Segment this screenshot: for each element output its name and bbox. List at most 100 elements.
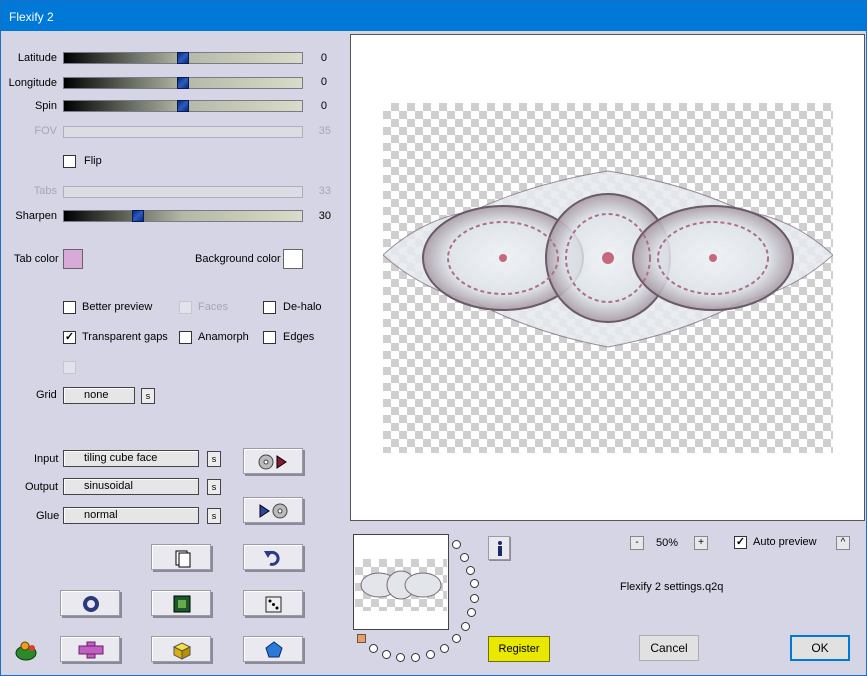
zoom-out-button[interactable]: - bbox=[630, 536, 644, 550]
dialog-client: Latitude 0 Longitude 0 Spin 0 FOV 35 Fli… bbox=[1, 31, 866, 675]
grid-select[interactable]: none bbox=[63, 387, 135, 404]
flexify-dialog: Flexify 2 Latitude 0 Longitude 0 Spin 0 … bbox=[0, 0, 867, 676]
sharpen-slider[interactable] bbox=[63, 210, 303, 222]
navigator-dot[interactable] bbox=[460, 553, 469, 562]
copy-button[interactable] bbox=[151, 544, 211, 570]
auto-preview-checkbox[interactable]: ✓ bbox=[734, 536, 747, 549]
load-settings-button[interactable] bbox=[243, 448, 303, 474]
navigator-dot[interactable] bbox=[452, 540, 461, 549]
navigator-thumbnail[interactable] bbox=[353, 534, 449, 630]
window-title: Flexify 2 bbox=[9, 10, 54, 24]
info-button[interactable] bbox=[488, 536, 510, 560]
navigator-dot[interactable] bbox=[467, 608, 476, 617]
better-preview-checkbox[interactable] bbox=[63, 301, 76, 314]
ring-icon bbox=[83, 596, 99, 612]
fov-label: FOV bbox=[34, 125, 57, 137]
sharpen-value: 30 bbox=[318, 210, 331, 222]
faces-label: Faces bbox=[198, 301, 228, 313]
square-frame-button[interactable] bbox=[151, 590, 211, 616]
navigator-dot[interactable] bbox=[369, 644, 378, 653]
latitude-slider-thumb[interactable] bbox=[177, 52, 189, 64]
edges-label: Edges bbox=[283, 331, 315, 343]
grid-s-button[interactable]: s bbox=[141, 388, 155, 404]
transparent-gaps-checkbox[interactable]: ✓ bbox=[63, 331, 76, 344]
preview-pane[interactable] bbox=[350, 34, 865, 521]
spin-slider[interactable] bbox=[63, 100, 303, 112]
spin-value: 0 bbox=[320, 100, 327, 112]
register-button[interactable]: Register bbox=[488, 636, 550, 662]
blue-pentagon-icon bbox=[265, 641, 283, 658]
latitude-label: Latitude bbox=[17, 52, 57, 64]
square-frame-icon bbox=[173, 595, 191, 613]
dice-icon bbox=[265, 596, 282, 613]
ring-button[interactable] bbox=[60, 590, 120, 616]
collapse-button[interactable]: ^ bbox=[836, 536, 850, 550]
navigator-dot[interactable] bbox=[470, 579, 479, 588]
anamorph-label: Anamorph bbox=[198, 331, 249, 343]
edges-checkbox[interactable] bbox=[263, 331, 276, 344]
random-button[interactable] bbox=[243, 590, 303, 616]
plus-button[interactable] bbox=[60, 636, 120, 662]
undo-icon bbox=[264, 550, 280, 566]
cancel-button[interactable]: Cancel bbox=[639, 635, 699, 661]
tabs-value: 33 bbox=[318, 185, 331, 197]
sharpen-label: Sharpen bbox=[15, 210, 57, 222]
input-label: Input bbox=[34, 453, 59, 465]
spin-label: Spin bbox=[34, 100, 57, 112]
transparent-gaps-label: Transparent gaps bbox=[82, 331, 168, 343]
navigator-dot[interactable] bbox=[411, 653, 420, 662]
flip-checkbox[interactable] bbox=[63, 155, 76, 168]
tab-color-label: Tab color bbox=[14, 253, 59, 265]
thumbnail-image bbox=[360, 570, 442, 600]
longitude-value: 0 bbox=[320, 76, 327, 88]
grid-label: Grid bbox=[36, 389, 57, 401]
flip-label: Flip bbox=[84, 155, 102, 167]
pentagon-button[interactable] bbox=[243, 636, 303, 662]
title-bar: Flexify 2 bbox=[1, 1, 866, 31]
sharpen-slider-thumb[interactable] bbox=[132, 210, 144, 222]
save-settings-button[interactable] bbox=[243, 497, 303, 523]
navigator-dot[interactable] bbox=[440, 644, 449, 653]
glue-select[interactable]: normal bbox=[63, 507, 199, 524]
glue-label: Glue bbox=[36, 510, 60, 522]
disk-save-icon bbox=[259, 503, 288, 519]
longitude-slider-thumb[interactable] bbox=[177, 77, 189, 89]
settings-filename: Flexify 2 settings.q2q bbox=[620, 581, 724, 593]
output-s-button[interactable]: s bbox=[207, 479, 221, 495]
zoom-level: 50% bbox=[656, 537, 679, 549]
glue-s-button[interactable]: s bbox=[207, 508, 221, 524]
background-color-label: Background color bbox=[195, 253, 281, 265]
undo-button[interactable] bbox=[243, 544, 303, 570]
unlabeled-checkbox bbox=[63, 361, 76, 374]
navigator-dot[interactable] bbox=[470, 594, 479, 603]
navigator-dot[interactable] bbox=[461, 622, 470, 631]
navigator-marker[interactable] bbox=[357, 634, 366, 643]
cube-button[interactable] bbox=[151, 636, 211, 662]
longitude-label: Longitude bbox=[8, 77, 57, 89]
ok-button[interactable]: OK bbox=[790, 635, 850, 661]
longitude-slider[interactable] bbox=[63, 77, 303, 89]
faces-checkbox bbox=[179, 301, 192, 314]
preview-image bbox=[383, 170, 833, 348]
navigator-dot[interactable] bbox=[466, 566, 475, 575]
auto-preview-label: Auto preview bbox=[753, 536, 817, 548]
input-s-button[interactable]: s bbox=[207, 451, 221, 467]
navigator-dot[interactable] bbox=[382, 650, 391, 659]
de-halo-checkbox[interactable] bbox=[263, 301, 276, 314]
de-halo-label: De-halo bbox=[283, 301, 322, 313]
zoom-in-button[interactable]: + bbox=[694, 536, 708, 550]
tab-color-swatch[interactable] bbox=[63, 249, 83, 269]
flexify-logo-icon bbox=[13, 637, 39, 663]
background-color-swatch[interactable] bbox=[283, 249, 303, 269]
input-select[interactable]: tiling cube face bbox=[63, 450, 199, 467]
spin-slider-thumb[interactable] bbox=[177, 100, 189, 112]
navigator-dot[interactable] bbox=[396, 653, 405, 662]
latitude-slider[interactable] bbox=[63, 52, 303, 64]
navigator-dot[interactable] bbox=[452, 634, 461, 643]
info-icon bbox=[498, 541, 502, 556]
anamorph-checkbox[interactable] bbox=[179, 331, 192, 344]
navigator-dot[interactable] bbox=[426, 650, 435, 659]
output-label: Output bbox=[25, 481, 59, 493]
yellow-cube-icon bbox=[172, 642, 192, 660]
output-select[interactable]: sinusoidal bbox=[63, 478, 199, 495]
